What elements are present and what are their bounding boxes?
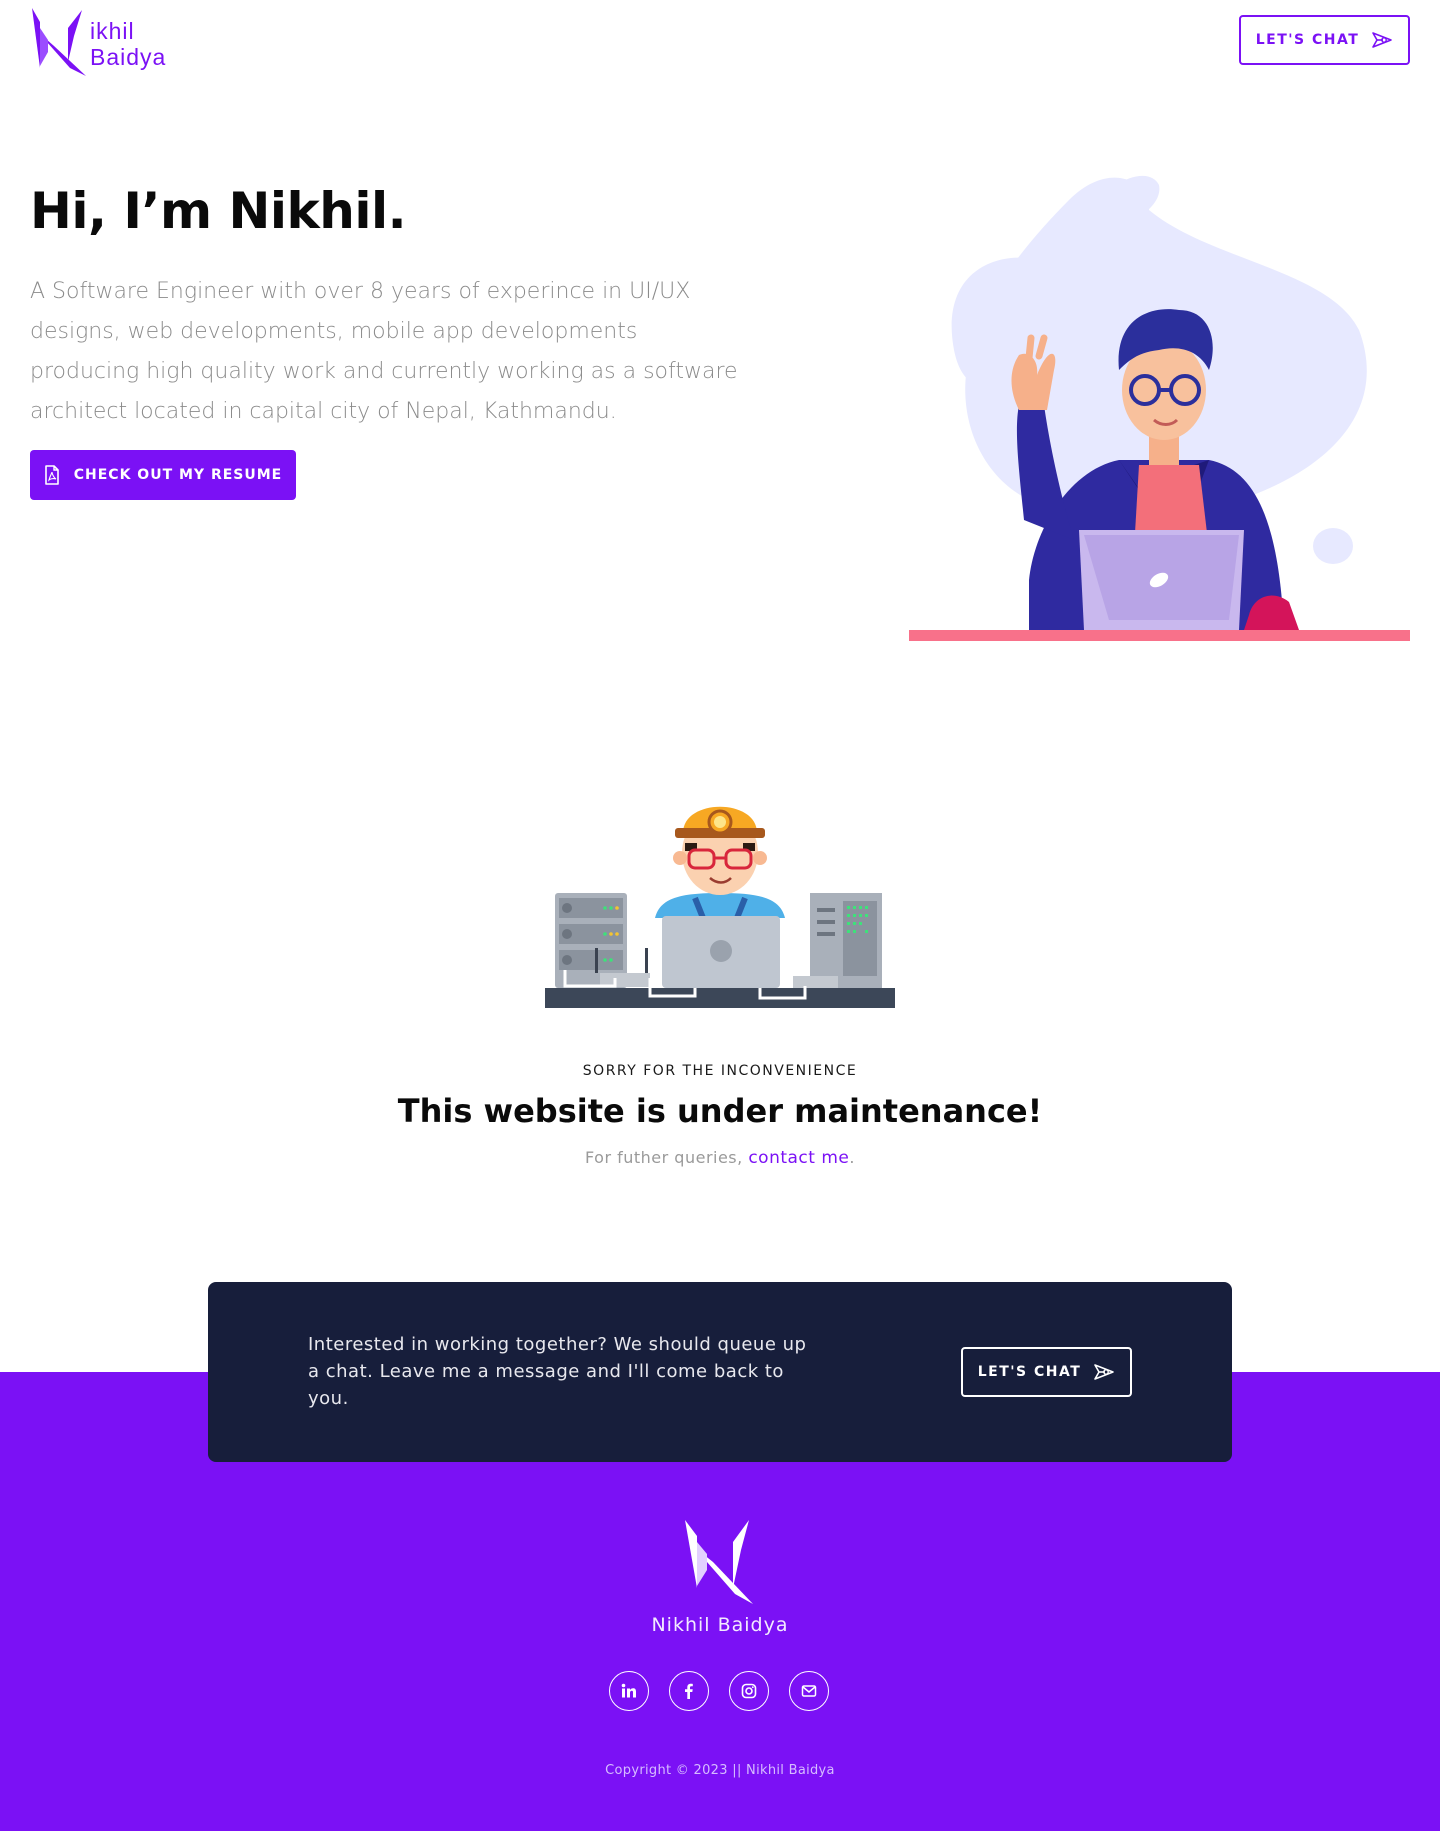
resume-button[interactable]: CHECK OUT MY RESUME xyxy=(30,450,296,500)
send-icon xyxy=(1372,32,1393,48)
cta-lets-chat-label: LET'S CHAT xyxy=(977,1364,1082,1380)
queries-suffix: . xyxy=(849,1148,855,1167)
facebook-icon xyxy=(685,1683,693,1699)
email-icon xyxy=(801,1685,817,1697)
footer-name: Nikhil Baidya xyxy=(651,1614,789,1636)
lets-chat-button[interactable]: LET'S CHAT xyxy=(1239,15,1410,65)
queries-prefix: For futher queries, xyxy=(585,1148,743,1167)
instagram-link[interactable] xyxy=(729,1671,769,1711)
linkedin-icon xyxy=(621,1683,636,1698)
maintenance-title: This website is under maintenance! xyxy=(397,1092,1043,1130)
instagram-icon xyxy=(741,1683,757,1699)
facebook-link[interactable] xyxy=(669,1671,709,1711)
linkedin-link[interactable] xyxy=(609,1671,649,1711)
logo-text: ikhil Baidya xyxy=(90,18,166,70)
footer-logo-icon[interactable] xyxy=(683,1518,757,1604)
resume-label: CHECK OUT MY RESUME xyxy=(73,467,283,483)
header: ikhil Baidya LET'S CHAT xyxy=(0,0,1440,80)
maintenance-queries: For futher queries, contact me. xyxy=(0,1148,1440,1168)
hero-description: A Software Engineer with over 8 years of… xyxy=(30,279,738,424)
site-logo[interactable]: ikhil Baidya xyxy=(30,6,170,76)
contact-me-link[interactable]: contact me xyxy=(748,1148,849,1168)
lets-chat-label: LET'S CHAT xyxy=(1255,32,1360,48)
copyright: Copyright © 2023 || Nikhil Baidya xyxy=(605,1763,835,1778)
logo-n-icon xyxy=(32,8,86,76)
send-icon xyxy=(1094,1364,1115,1380)
hero-title: Hi, I’m Nikhil. xyxy=(30,182,407,240)
social-links xyxy=(609,1671,831,1711)
maintenance-illustration xyxy=(545,806,895,1008)
logo-name-line2: Baidya xyxy=(90,44,167,70)
logo-name-line1: ikhil xyxy=(90,18,135,44)
maintenance-eyebrow: SORRY FOR THE INCONVENIENCE xyxy=(582,1063,858,1079)
cta-text: Interested in working together? We shoul… xyxy=(308,1334,807,1409)
cta-lets-chat-button[interactable]: LET'S CHAT xyxy=(961,1347,1132,1397)
email-link[interactable] xyxy=(789,1671,829,1711)
developer-illustration xyxy=(909,175,1410,641)
pdf-file-icon xyxy=(44,465,59,485)
cta-banner: Interested in working together? We shoul… xyxy=(208,1282,1232,1462)
